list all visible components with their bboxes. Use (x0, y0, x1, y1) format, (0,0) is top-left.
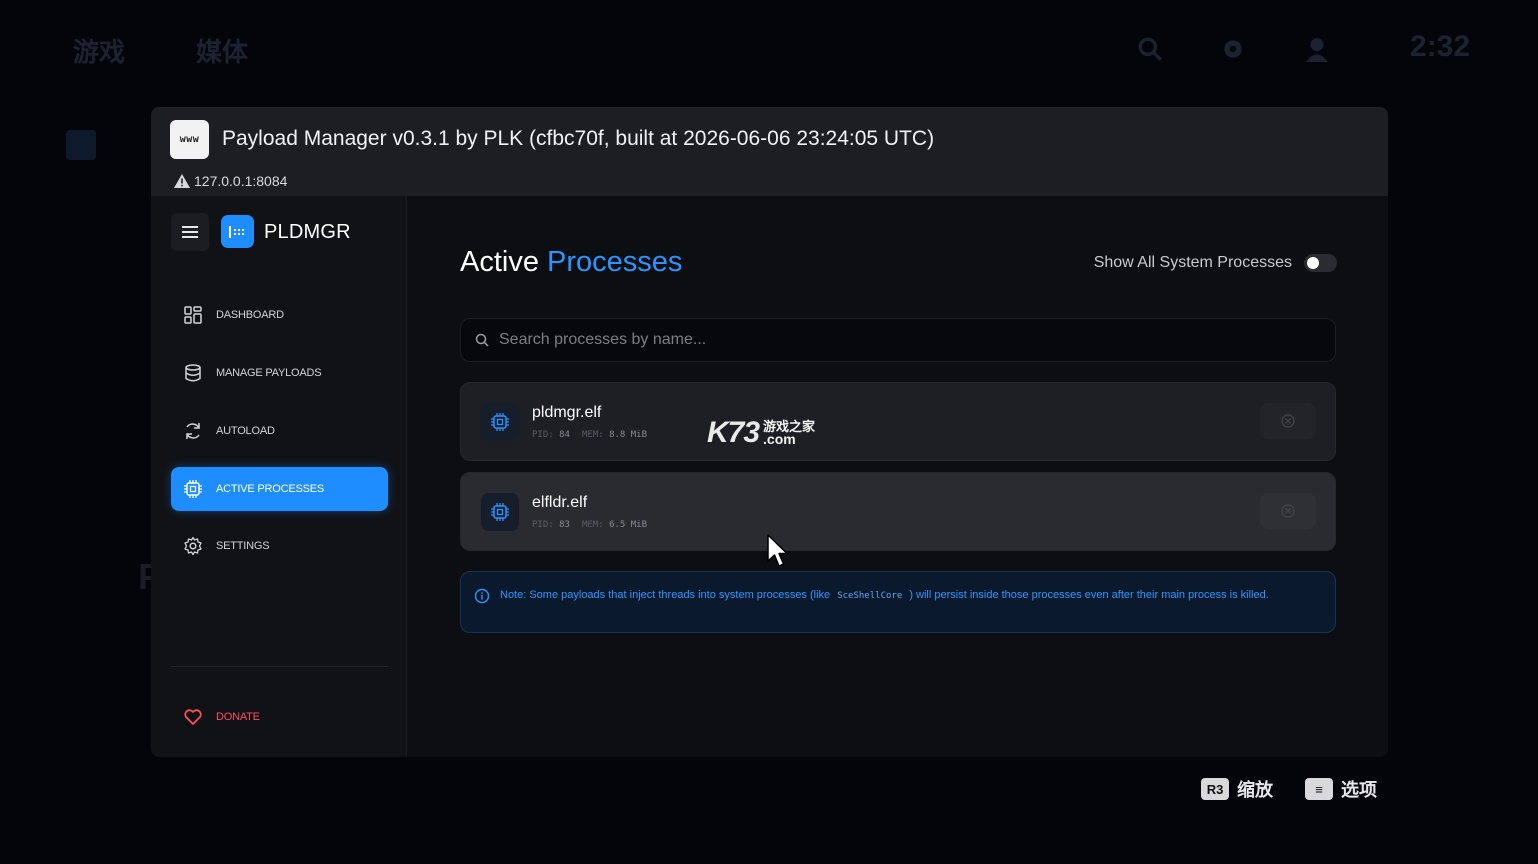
note-text-before: Note: Some payloads that inject threads … (500, 589, 831, 601)
sidebar-item-label: SETTINGS (216, 540, 270, 552)
mouse-cursor-icon (767, 534, 788, 567)
process-mem: 6.5 MiB (609, 520, 647, 530)
logo-icon (228, 225, 244, 238)
process-card: pldmgr.elf PID: 84 MEM: 8.8 MiB (460, 382, 1336, 461)
sidebar-divider (171, 666, 388, 667)
process-name: pldmgr.elf (532, 404, 602, 421)
watermark-brand: K73 (707, 416, 760, 449)
sidebar-item-dashboard[interactable]: DASHBOARD (171, 293, 388, 337)
system-topbar: 游戏 媒体 2:32 (0, 0, 1538, 100)
show-system-processes-toggle[interactable] (1304, 254, 1337, 272)
info-note: Note: Some payloads that inject threads … (460, 571, 1336, 633)
app-name: PLDMGR (264, 221, 351, 243)
r3-key-icon: R3 (1201, 778, 1229, 800)
cpu-icon (481, 493, 519, 531)
refresh-icon (186, 423, 200, 439)
hamburger-menu-button[interactable] (171, 213, 209, 251)
gear-icon (184, 536, 202, 556)
www-icon: www (170, 120, 209, 159)
toggle-knob (1307, 257, 1319, 269)
sidebar-item-label: DASHBOARD (216, 309, 284, 321)
app-logo (221, 215, 254, 248)
sidebar-item-settings[interactable]: SETTINGS (171, 524, 388, 568)
watermark: K73 游戏之家 .com (707, 416, 815, 450)
hint-options-label: 选项 (1341, 780, 1377, 800)
search-icon (475, 333, 489, 347)
process-pid: 83 (559, 520, 570, 530)
process-meta: PID: 84 MEM: 8.8 MiB (532, 430, 647, 440)
heart-icon (184, 709, 202, 725)
mem-label: MEM: (581, 430, 604, 440)
close-circle-icon (1281, 414, 1295, 428)
close-circle-icon (1281, 504, 1295, 518)
pid-label: PID: (532, 520, 554, 530)
kill-process-button[interactable] (1260, 403, 1316, 439)
tab-games[interactable]: 游戏 (73, 32, 125, 69)
kill-process-button[interactable] (1260, 493, 1316, 529)
hint-zoom-label: 缩放 (1237, 780, 1273, 800)
sidebar-item-autoload[interactable]: AUTOLOAD (171, 409, 388, 453)
show-system-processes: Show All System Processes (1094, 254, 1337, 272)
hamburger-icon (182, 226, 198, 238)
sidebar-item-label: MANAGE PAYLOADS (216, 367, 322, 379)
sidebar-item-manage-payloads[interactable]: MANAGE PAYLOADS (171, 351, 388, 395)
search-icon[interactable] (1137, 36, 1163, 62)
note-code: SceShellCore (837, 591, 903, 601)
process-meta: PID: 83 MEM: 6.5 MiB (532, 520, 647, 530)
pid-label: PID: (532, 430, 554, 440)
url-text: 127.0.0.1:8084 (194, 173, 288, 189)
browser-header: www Payload Manager v0.3.1 by PLK (cfbc7… (151, 107, 1388, 196)
watermark-domain: .com (763, 431, 796, 447)
mem-label: MEM: (581, 520, 604, 530)
url-bar[interactable]: 127.0.0.1:8084 (174, 173, 287, 189)
tab-media[interactable]: 媒体 (196, 32, 248, 69)
sidebar-item-active-processes[interactable]: ACTIVE PROCESSES (171, 467, 388, 511)
hint-zoom: R3 缩放 (1201, 776, 1273, 802)
page-title-bar: Payload Manager v0.3.1 by PLK (cfbc70f, … (222, 127, 935, 150)
background-tile (66, 130, 96, 160)
search-input[interactable] (499, 331, 1319, 349)
user-icon[interactable] (1304, 36, 1330, 62)
sidebar: PLDMGR DASHBOARD MANAGE PAYLOADS AUTOLOA… (151, 196, 407, 757)
page-heading-plain: Active (460, 246, 539, 278)
note-text: Note: Some payloads that inject threads … (500, 586, 1320, 605)
page-heading: Active Processes (460, 246, 682, 279)
toggle-label: Show All System Processes (1093, 254, 1292, 271)
process-pid: 84 (559, 430, 570, 440)
process-card: elfldr.elf PID: 83 MEM: 6.5 MiB (460, 472, 1336, 551)
options-key-icon: ≡ (1305, 778, 1333, 800)
donate-button[interactable]: DONATE (171, 695, 388, 739)
search-box (460, 318, 1336, 362)
process-mem: 8.8 MiB (609, 430, 647, 440)
clock: 2:32 (1410, 30, 1471, 63)
info-icon (474, 588, 490, 604)
cpu-icon (184, 480, 202, 498)
database-icon (185, 364, 201, 382)
dashboard-icon (184, 306, 202, 324)
sidebar-item-label: ACTIVE PROCESSES (216, 483, 325, 495)
page-heading-accent: Processes (547, 246, 683, 278)
donate-label: DONATE (216, 711, 260, 723)
main-content: Active Processes Show All System Process… (408, 196, 1388, 757)
note-text-after: ) will persist inside those processes ev… (909, 589, 1269, 601)
cpu-icon (481, 403, 519, 441)
process-name: elfldr.elf (532, 494, 588, 511)
hint-options: ≡ 选项 (1305, 776, 1377, 802)
sidebar-item-label: AUTOLOAD (216, 425, 275, 437)
warning-icon (174, 174, 190, 188)
gear-icon[interactable] (1220, 36, 1246, 62)
